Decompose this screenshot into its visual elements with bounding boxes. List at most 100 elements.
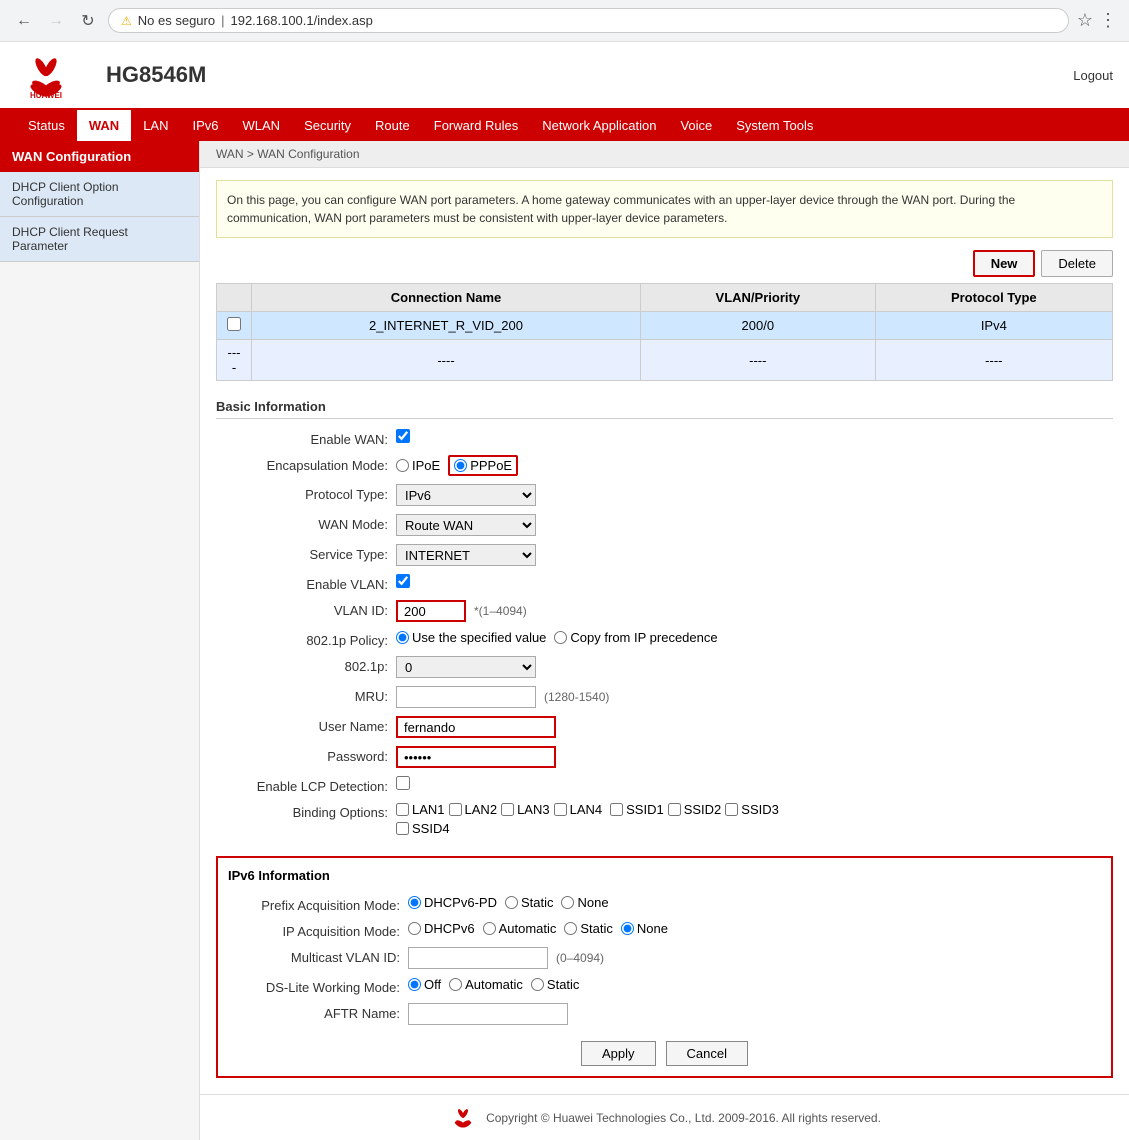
automatic-option[interactable]: Automatic <box>483 921 557 936</box>
nav-forward-rules[interactable]: Forward Rules <box>422 110 531 141</box>
use-specified-radio[interactable] <box>396 631 409 644</box>
forward-button[interactable]: → <box>44 9 68 33</box>
nav-wlan[interactable]: WLAN <box>231 110 293 141</box>
binding-ssid2[interactable]: SSID2 <box>668 802 722 817</box>
lan3-checkbox[interactable] <box>501 803 514 816</box>
automatic-radio[interactable] <box>483 922 496 935</box>
prefix-control: DHCPv6-PD Static None <box>408 895 609 910</box>
refresh-button[interactable]: ↻ <box>76 9 100 33</box>
binding-label: Binding Options: <box>216 802 396 820</box>
enable-vlan-control <box>396 574 410 588</box>
binding-lan4[interactable]: LAN4 <box>554 802 603 817</box>
dhcpv6-radio[interactable] <box>408 922 421 935</box>
service-type-select[interactable]: INTERNET TR069 OTHER <box>396 544 536 566</box>
prefix-static-option[interactable]: Static <box>505 895 554 910</box>
nav-voice[interactable]: Voice <box>668 110 724 141</box>
ipoe-option[interactable]: IPoE <box>396 458 440 473</box>
dslite-off-option[interactable]: Off <box>408 977 441 992</box>
dhcpv6-pd-option[interactable]: DHCPv6-PD <box>408 895 497 910</box>
dslite-label: DS-Lite Working Mode: <box>228 977 408 995</box>
dslite-off-radio[interactable] <box>408 978 421 991</box>
password-input[interactable] <box>396 746 556 768</box>
password-label: Password: <box>216 746 396 764</box>
binding-lan2[interactable]: LAN2 <box>449 802 498 817</box>
ssid2-checkbox[interactable] <box>668 803 681 816</box>
lan4-checkbox[interactable] <box>554 803 567 816</box>
sidebar-item-dhcp-option[interactable]: DHCP Client Option Configuration <box>0 172 199 217</box>
nav-ipv6[interactable]: IPv6 <box>181 110 231 141</box>
dslite-static-radio[interactable] <box>531 978 544 991</box>
enable-wan-label: Enable WAN: <box>216 429 396 447</box>
policy-label: 802.1p Policy: <box>216 630 396 648</box>
nav-lan[interactable]: LAN <box>131 110 180 141</box>
ip-acq-row: IP Acquisition Mode: DHCPv6 Automatic St… <box>228 917 1101 943</box>
nav-route[interactable]: Route <box>363 110 422 141</box>
apply-button[interactable]: Apply <box>581 1041 656 1066</box>
enable-wan-row: Enable WAN: <box>216 425 1113 451</box>
8021p-select[interactable]: 0 123 4567 <box>396 656 536 678</box>
ipoe-radio[interactable] <box>396 459 409 472</box>
username-input[interactable] <box>396 716 556 738</box>
delete-button[interactable]: Delete <box>1041 250 1113 277</box>
protocol-type-select[interactable]: IPv6 IPv4 IPv4/IPv6 <box>396 484 536 506</box>
aftr-input[interactable] <box>408 1003 568 1025</box>
lock-icon: ⚠ <box>121 14 132 28</box>
nav-security[interactable]: Security <box>292 110 363 141</box>
cancel-button[interactable]: Cancel <box>666 1041 748 1066</box>
nav-system-tools[interactable]: System Tools <box>724 110 825 141</box>
multicast-input[interactable] <box>408 947 548 969</box>
row-checkbox-1[interactable] <box>227 317 241 331</box>
lcp-label: Enable LCP Detection: <box>216 776 396 794</box>
menu-button[interactable]: ⋮ <box>1099 10 1117 31</box>
pppoe-option[interactable]: PPPoE <box>454 458 512 473</box>
ssid4-checkbox[interactable] <box>396 822 409 835</box>
binding-lan3[interactable]: LAN3 <box>501 802 550 817</box>
nav-status[interactable]: Status <box>16 110 77 141</box>
mru-input[interactable] <box>396 686 536 708</box>
ip-static-radio[interactable] <box>564 922 577 935</box>
sidebar-item-dhcp-request[interactable]: DHCP Client Request Parameter <box>0 217 199 262</box>
wan-mode-select[interactable]: Route WAN Bridge WAN <box>396 514 536 536</box>
dslite-static-option[interactable]: Static <box>531 977 580 992</box>
use-specified-option[interactable]: Use the specified value <box>396 630 546 645</box>
prefix-static-radio[interactable] <box>505 896 518 909</box>
footer-text: Copyright © Huawei Technologies Co., Ltd… <box>486 1111 881 1125</box>
ip-static-option[interactable]: Static <box>564 921 613 936</box>
dslite-auto-option[interactable]: Automatic <box>449 977 523 992</box>
multicast-control: (0–4094) <box>408 947 604 969</box>
table-row[interactable]: 2_INTERNET_R_VID_200 200/0 IPv4 <box>217 312 1113 340</box>
binding-lan1[interactable]: LAN1 <box>396 802 445 817</box>
lan1-checkbox[interactable] <box>396 803 409 816</box>
binding-ssid3[interactable]: SSID3 <box>725 802 779 817</box>
multicast-hint: (0–4094) <box>556 951 604 965</box>
ssid3-checkbox[interactable] <box>725 803 738 816</box>
new-button[interactable]: New <box>973 250 1036 277</box>
binding-ssid4[interactable]: SSID4 <box>396 821 450 836</box>
binding-ssid1[interactable]: SSID1 <box>610 802 664 817</box>
dhcpv6-pd-radio[interactable] <box>408 896 421 909</box>
logout-button[interactable]: Logout <box>1073 68 1113 83</box>
prefix-none-radio[interactable] <box>561 896 574 909</box>
lan2-checkbox[interactable] <box>449 803 462 816</box>
dhcpv6-option[interactable]: DHCPv6 <box>408 921 475 936</box>
copy-from-ip-option[interactable]: Copy from IP precedence <box>554 630 717 645</box>
huawei-logo: HUAWEI <box>16 50 76 100</box>
dslite-auto-radio[interactable] <box>449 978 462 991</box>
vlan-id-input[interactable] <box>396 600 466 622</box>
nav-wan[interactable]: WAN <box>77 110 131 141</box>
ip-none-option[interactable]: None <box>621 921 668 936</box>
back-button[interactable]: ← <box>12 9 36 33</box>
copy-from-ip-radio[interactable] <box>554 631 567 644</box>
ssid1-checkbox[interactable] <box>610 803 623 816</box>
prefix-none-option[interactable]: None <box>561 895 608 910</box>
enable-wan-checkbox[interactable] <box>396 429 410 443</box>
footer: Copyright © Huawei Technologies Co., Ltd… <box>200 1094 1129 1140</box>
lcp-checkbox[interactable] <box>396 776 410 790</box>
enable-vlan-checkbox[interactable] <box>396 574 410 588</box>
star-button[interactable]: ☆ <box>1077 10 1093 31</box>
nav-network-application[interactable]: Network Application <box>530 110 668 141</box>
security-text: No es seguro <box>138 13 215 28</box>
ip-none-radio[interactable] <box>621 922 634 935</box>
address-bar[interactable]: ⚠ No es seguro | 192.168.100.1/index.asp <box>108 8 1069 33</box>
pppoe-radio[interactable] <box>454 459 467 472</box>
